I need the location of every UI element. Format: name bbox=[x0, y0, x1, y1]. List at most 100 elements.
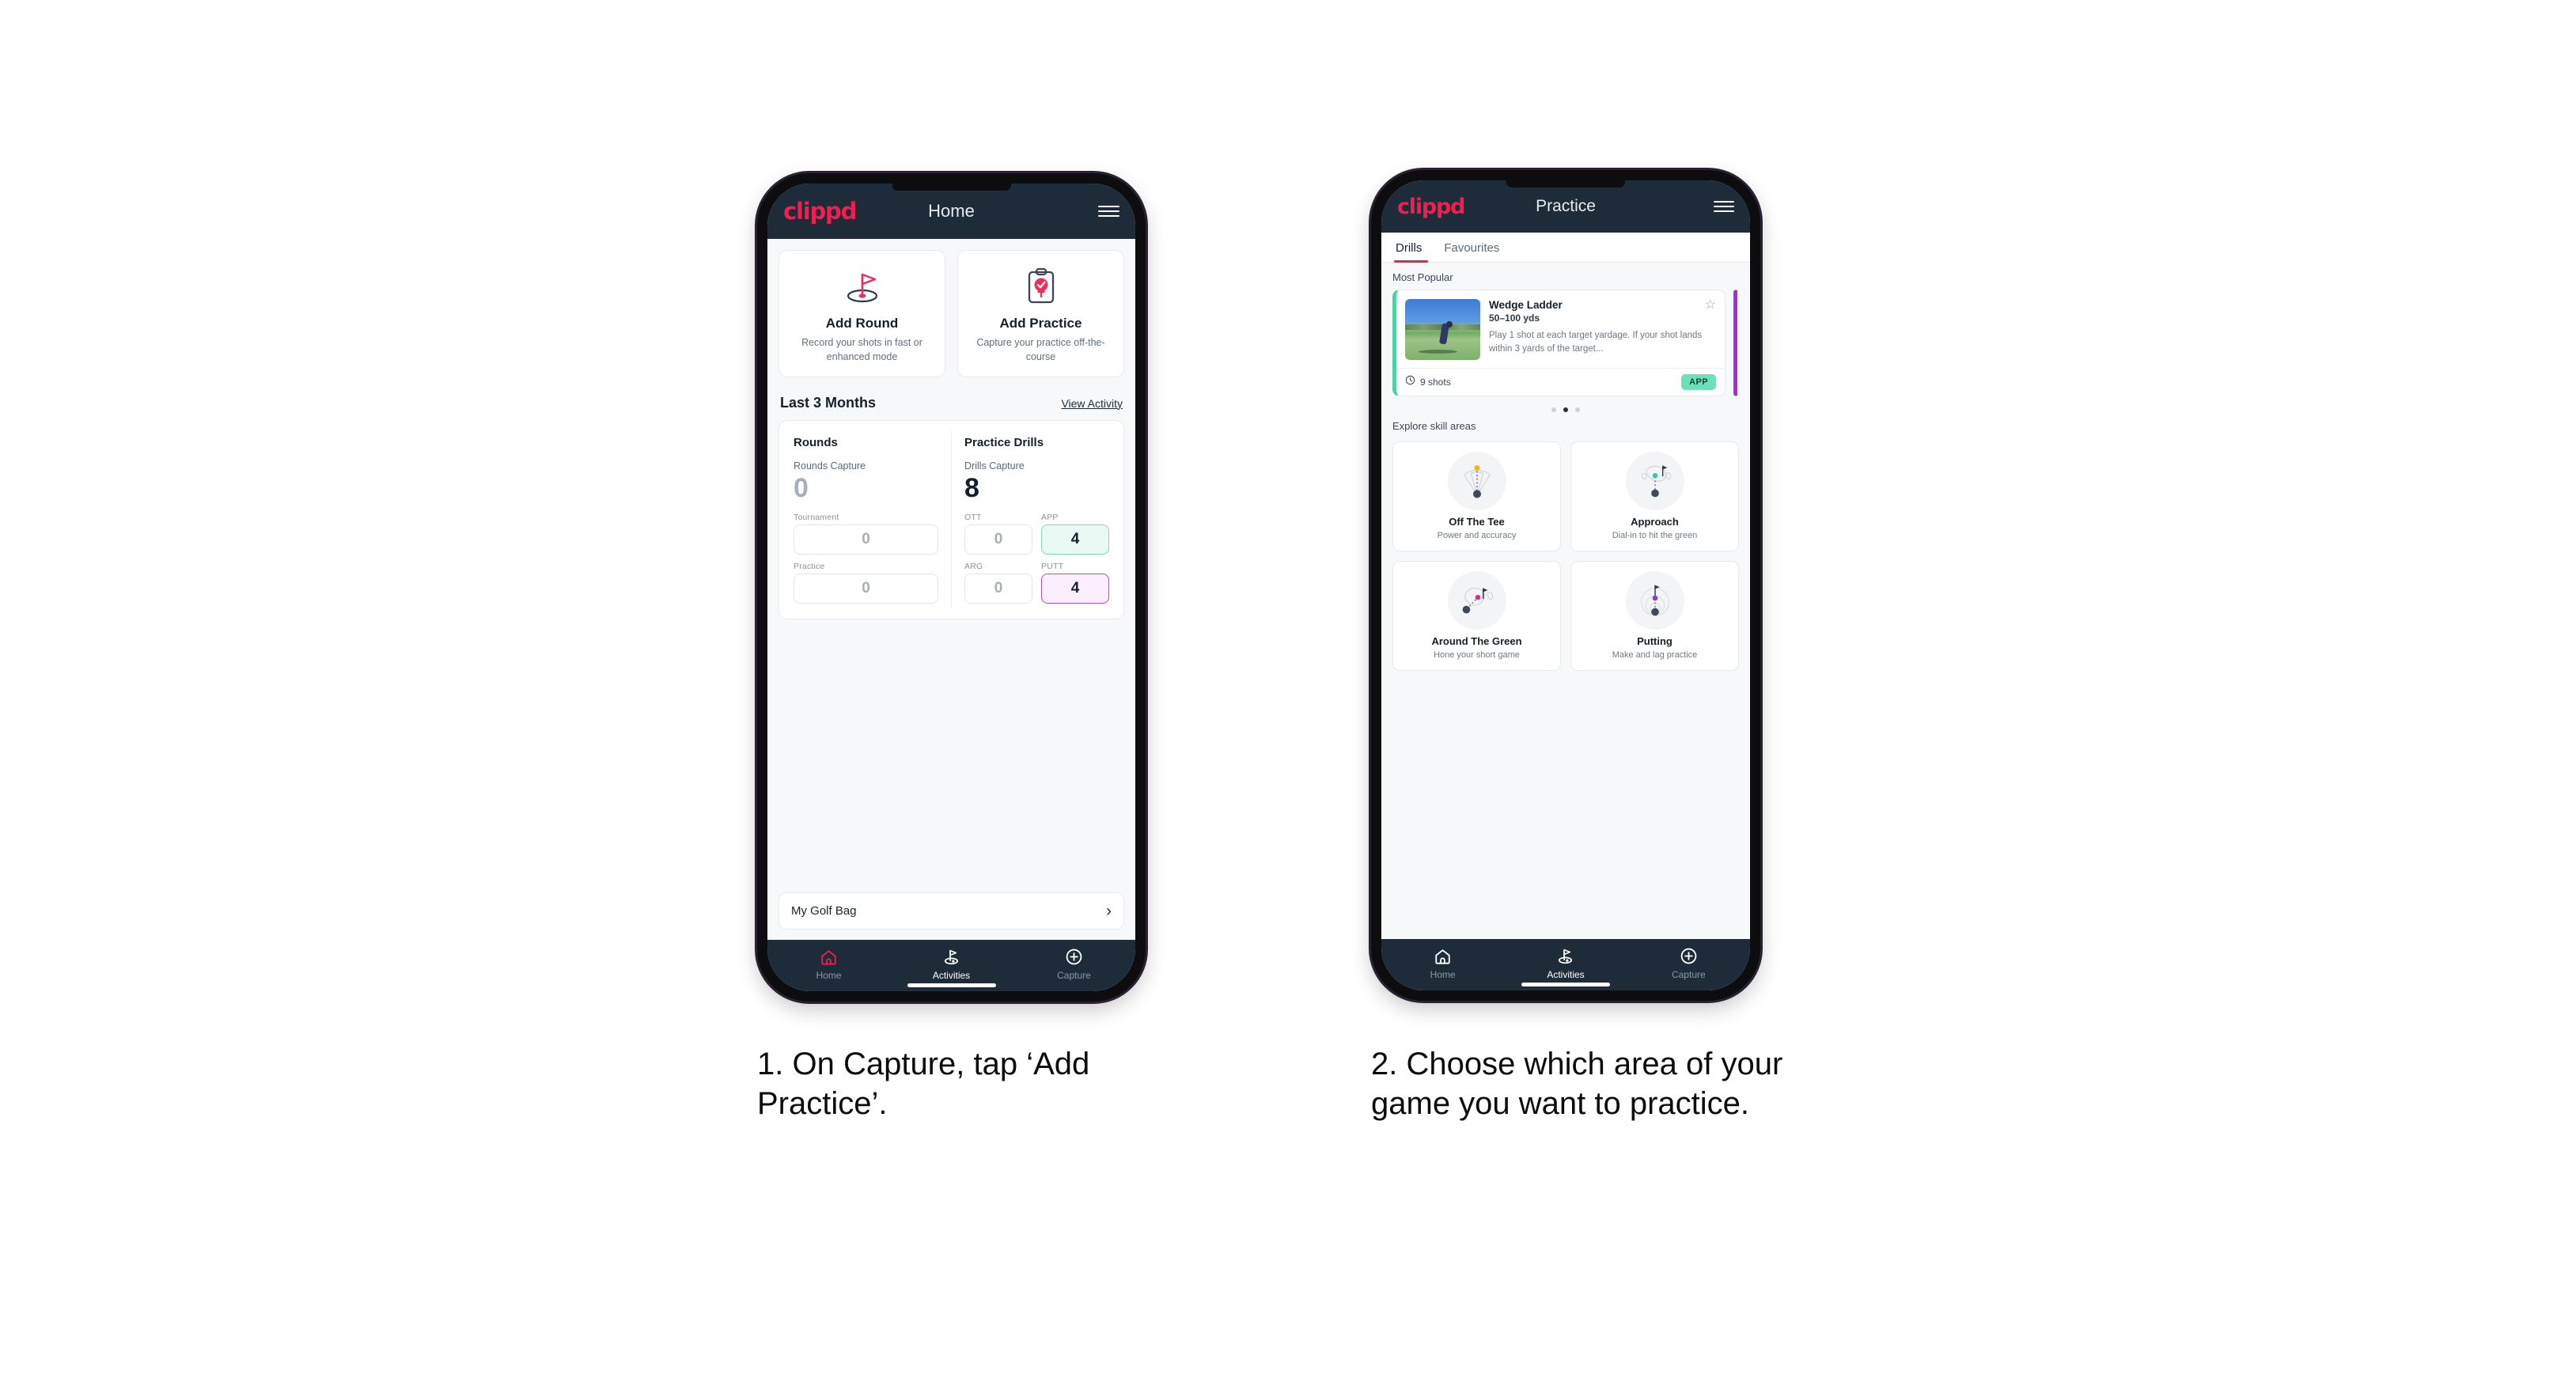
nav-item-capture[interactable]: Capture bbox=[1627, 939, 1750, 980]
practice-tabs: Drills Favourites bbox=[1381, 233, 1750, 263]
add-round-card[interactable]: Add Round Record your shots in fast or e… bbox=[778, 250, 945, 377]
my-golf-bag-row[interactable]: My Golf Bag › bbox=[778, 892, 1124, 930]
nav-item-activities[interactable]: Activities bbox=[1504, 939, 1627, 980]
metric-putt-label: PUTT bbox=[1041, 561, 1064, 571]
home-icon bbox=[767, 947, 890, 967]
tee-shot-dispersion-icon bbox=[1447, 452, 1506, 510]
hamburger-icon[interactable] bbox=[1714, 201, 1734, 212]
add-round-title: Add Round bbox=[825, 316, 899, 331]
metric-tournament-value[interactable]: 0 bbox=[794, 524, 938, 555]
skill-sub-approach: Dial-in to hit the green bbox=[1612, 531, 1698, 540]
hamburger-icon[interactable] bbox=[1098, 206, 1119, 217]
metric-putt-value[interactable]: 4 bbox=[1041, 573, 1109, 604]
metric-app-value[interactable]: 4 bbox=[1041, 524, 1109, 555]
skill-card-around-the-green[interactable]: Around The Green Hone your short game bbox=[1392, 561, 1561, 671]
slide-canvas: clippd Home Add Round Record your shots … bbox=[0, 0, 2576, 1386]
home-content: Add Round Record your shots in fast or e… bbox=[767, 239, 1135, 940]
rounds-column: Rounds Rounds Capture 0 Tournament 0 Pra… bbox=[781, 431, 951, 608]
metric-app-label: APP bbox=[1041, 512, 1059, 522]
metric-arg-value[interactable]: 0 bbox=[964, 573, 1032, 604]
metric-tournament-label: Tournament bbox=[794, 512, 839, 522]
skill-name-approach: Approach bbox=[1631, 516, 1679, 528]
app-header-practice: clippd Practice bbox=[1381, 180, 1750, 233]
skill-card-putting[interactable]: Putting Make and lag practice bbox=[1570, 561, 1739, 671]
putting-rings-icon bbox=[1625, 571, 1684, 630]
phone-mockup-practice: clippd Practice Drills Favourites Most P… bbox=[1371, 170, 1760, 1001]
metric-practice: Practice 0 bbox=[794, 562, 938, 604]
drill-shots-count: 9 shots bbox=[1420, 377, 1451, 388]
practice-scroll-area: Most Popular Wedge Ladder 50–100 yds ☆ P… bbox=[1381, 263, 1750, 939]
view-activity-link[interactable]: View Activity bbox=[1061, 397, 1123, 410]
caption-step-2: 2. Choose which area of your game you wa… bbox=[1371, 1047, 1783, 1122]
nav-item-capture[interactable]: Capture bbox=[1013, 940, 1135, 981]
tab-drills[interactable]: Drills bbox=[1394, 233, 1433, 263]
practice-content: Drills Favourites Most Popular Wedge Lad… bbox=[1381, 233, 1750, 939]
rounds-capture-label: Rounds Capture bbox=[794, 460, 866, 471]
skill-name-off-the-tee: Off The Tee bbox=[1449, 516, 1505, 528]
last-3-months-label: Last 3 Months bbox=[780, 394, 877, 411]
nav-item-home[interactable]: Home bbox=[767, 940, 890, 981]
drill-description: Play 1 shot at each target yardage. If y… bbox=[1489, 331, 1703, 354]
my-golf-bag-label: My Golf Bag bbox=[791, 904, 857, 918]
metric-app: APP 4 bbox=[1041, 513, 1109, 555]
rounds-total: 0 bbox=[794, 472, 809, 503]
add-practice-subtitle: Capture your practice off-the-course bbox=[976, 337, 1105, 362]
carousel-dot-1[interactable] bbox=[1551, 407, 1556, 412]
drill-title-row: Wedge Ladder 50–100 yds ☆ bbox=[1489, 299, 1716, 324]
skill-name-putting: Putting bbox=[1637, 635, 1673, 647]
practice-drills-column: Practice Drills Drills Capture 8 OTT 0 A… bbox=[951, 430, 1122, 608]
golf-flag-hole-icon bbox=[786, 266, 938, 307]
phone-notch bbox=[892, 184, 1011, 191]
skill-card-off-the-tee[interactable]: Off The Tee Power and accuracy bbox=[1392, 441, 1561, 551]
home-indicator bbox=[907, 983, 996, 987]
bottom-nav-home: Home Activities Capture bbox=[767, 940, 1135, 991]
drill-card-wedge-ladder[interactable]: Wedge Ladder 50–100 yds ☆ Play 1 shot at… bbox=[1392, 290, 1726, 396]
nav-label-capture: Capture bbox=[1671, 969, 1706, 980]
skill-name-around-the-green: Around The Green bbox=[1431, 635, 1522, 647]
add-round-subtitle: Record your shots in fast or enhanced mo… bbox=[801, 337, 922, 362]
drill-info: Wedge Ladder 50–100 yds ☆ Play 1 shot at… bbox=[1489, 299, 1716, 360]
metric-putt: PUTT 4 bbox=[1041, 562, 1109, 604]
skill-card-approach[interactable]: Approach Dial-in to hit the green bbox=[1570, 441, 1739, 551]
nav-label-home: Home bbox=[816, 970, 842, 981]
clippd-logo[interactable]: clippd bbox=[1397, 195, 1466, 219]
star-outline-icon[interactable]: ☆ bbox=[1705, 299, 1716, 312]
bottom-nav-practice: Home Activities Capture bbox=[1381, 939, 1750, 990]
clock-icon bbox=[1405, 375, 1415, 389]
carousel-dot-2[interactable] bbox=[1563, 407, 1568, 412]
home-indicator bbox=[1521, 983, 1610, 986]
phone-mockup-home: clippd Home Add Round Record your shots … bbox=[757, 173, 1146, 1002]
nav-item-activities[interactable]: Activities bbox=[890, 940, 1013, 981]
phone-notch bbox=[1506, 180, 1625, 187]
add-practice-card[interactable]: Add Practice Capture your practice off-t… bbox=[957, 250, 1124, 377]
nav-label-activities: Activities bbox=[932, 970, 971, 981]
drills-capture-label: Drills Capture bbox=[964, 460, 1025, 471]
plus-circle-icon bbox=[1627, 946, 1750, 966]
clipboard-check-tee-icon bbox=[964, 266, 1117, 307]
skill-sub-around-the-green: Hone your short game bbox=[1434, 650, 1520, 660]
skill-areas-grid: Off The Tee Power and accuracy Approach … bbox=[1392, 441, 1739, 671]
phone-screen-practice: clippd Practice Drills Favourites Most P… bbox=[1381, 180, 1750, 990]
drill-title: Wedge Ladder bbox=[1489, 299, 1563, 311]
tab-favourites[interactable]: Favourites bbox=[1433, 233, 1510, 262]
metric-ott-value[interactable]: 0 bbox=[964, 524, 1032, 555]
golf-flag-icon bbox=[1504, 946, 1627, 966]
drill-card-next-peek[interactable] bbox=[1733, 290, 1739, 396]
nav-item-home[interactable]: Home bbox=[1381, 939, 1504, 980]
drill-tag-badge: APP bbox=[1681, 374, 1716, 390]
explore-skill-areas-label: Explore skill areas bbox=[1392, 420, 1476, 432]
metric-tournament: Tournament 0 bbox=[794, 513, 938, 555]
nav-label-activities: Activities bbox=[1547, 969, 1585, 980]
carousel-dot-3[interactable] bbox=[1575, 407, 1580, 412]
practice-drills-heading: Practice Drills bbox=[964, 435, 1044, 449]
clippd-logo[interactable]: clippd bbox=[783, 198, 857, 225]
drill-carousel[interactable]: Wedge Ladder 50–100 yds ☆ Play 1 shot at… bbox=[1392, 290, 1739, 396]
chevron-right-icon: › bbox=[1106, 902, 1112, 920]
most-popular-label: Most Popular bbox=[1392, 271, 1453, 283]
caption-step-1: 1. On Capture, tap ‘Add Practice’. bbox=[757, 1047, 1090, 1122]
drills-total: 8 bbox=[964, 472, 979, 503]
quick-action-row: Add Round Record your shots in fast or e… bbox=[778, 250, 1124, 377]
drill-card-footer: 9 shots APP bbox=[1396, 368, 1725, 396]
chip-around-green-icon bbox=[1447, 571, 1506, 630]
metric-practice-value[interactable]: 0 bbox=[794, 573, 938, 604]
